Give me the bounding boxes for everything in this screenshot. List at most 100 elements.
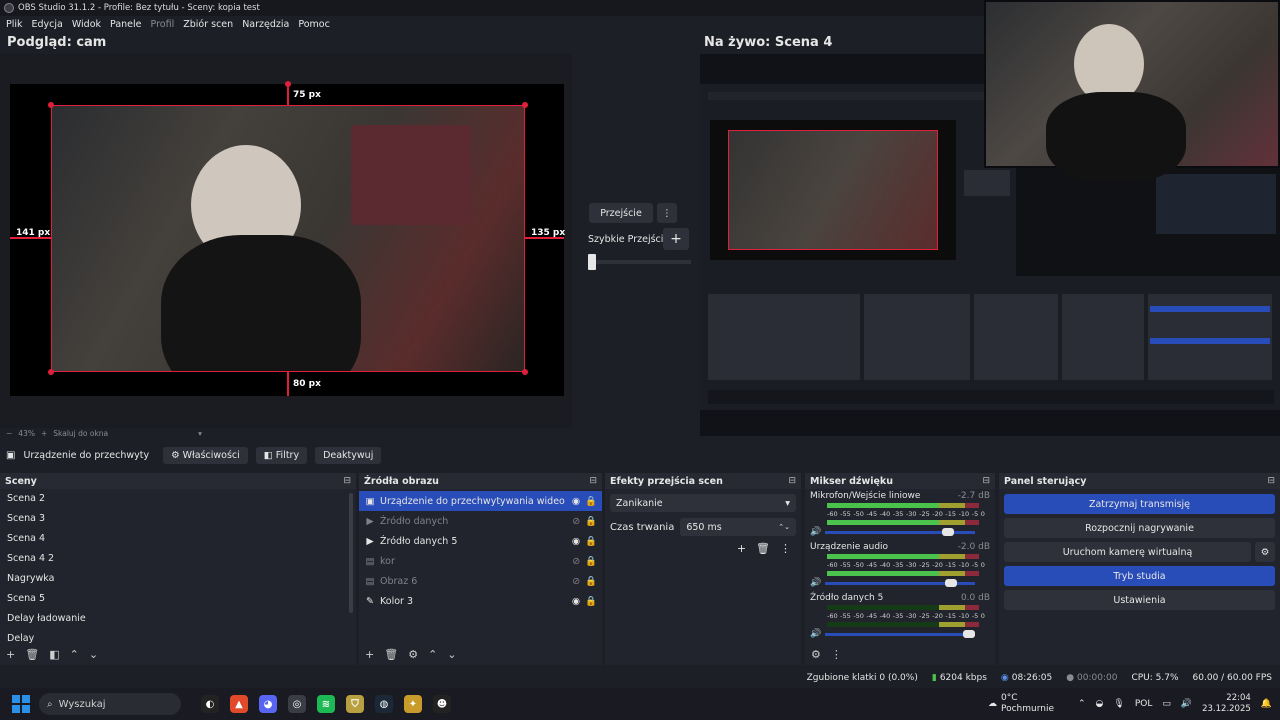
stop-stream-button[interactable]: Zatrzymaj transmisję	[1004, 494, 1275, 514]
virtual-camera-button[interactable]: Uruchom kamerę wirtualną	[1004, 542, 1251, 562]
eye-icon[interactable]: ◉	[572, 536, 580, 547]
source-bounding-box[interactable]	[51, 105, 525, 372]
resize-handle-tl[interactable]	[48, 102, 54, 108]
deactivate-button[interactable]: Deaktywuj	[315, 446, 382, 464]
tbar-track[interactable]	[593, 260, 691, 264]
resize-handle-br[interactable]	[522, 369, 528, 375]
menu-tools[interactable]: Narzędzia	[242, 19, 289, 30]
display-icon[interactable]: ▭	[1162, 699, 1171, 709]
add-transition-icon[interactable]: +	[737, 542, 746, 555]
eye-icon[interactable]: ◉	[572, 496, 580, 507]
lock-icon[interactable]: 🔒	[585, 576, 597, 587]
menu-help[interactable]: Pomoc	[298, 19, 330, 30]
lock-icon[interactable]: 🔒	[585, 596, 597, 607]
remove-source-icon[interactable]: 🗑	[384, 648, 398, 661]
dock-menu-icon[interactable]: ⊟	[1267, 476, 1275, 486]
menu-file[interactable]: Plik	[6, 19, 23, 30]
eye-hidden-icon[interactable]: ⊘	[572, 556, 580, 567]
mixer-settings-icon[interactable]: ⚙	[811, 648, 821, 661]
dock-menu-icon[interactable]: ⊟	[982, 476, 990, 486]
move-up-icon[interactable]: ⌃	[70, 648, 79, 661]
volume-knob[interactable]	[945, 578, 958, 587]
add-quick-transition-icon[interactable]: +	[663, 228, 689, 250]
volume-slider[interactable]	[825, 527, 976, 536]
obs-icon[interactable]: ◎	[288, 695, 306, 713]
filters-button[interactable]: ◧ Filtry	[255, 446, 308, 464]
speaker-icon[interactable]: 🔊	[810, 629, 821, 639]
menu-view[interactable]: Widok	[72, 19, 101, 30]
tray-app-icon[interactable]: ◒	[1096, 699, 1104, 709]
taskbar-search[interactable]: ⌕ Wyszukaj	[39, 693, 181, 715]
menu-edit[interactable]: Edycja	[32, 19, 63, 30]
app-icon-9[interactable]: ☻	[433, 695, 451, 713]
move-up-icon[interactable]: ⌃	[428, 648, 437, 661]
menu-scene-collection[interactable]: Zbiór scen	[183, 19, 233, 30]
brave-icon[interactable]: ▲	[230, 695, 248, 713]
scene-item[interactable]: Scena 2	[0, 489, 356, 509]
notification-bell-icon[interactable]: 🔔	[1261, 699, 1272, 709]
resize-handle-bl[interactable]	[48, 369, 54, 375]
speaker-icon[interactable]: 🔊	[810, 527, 821, 537]
steam-icon[interactable]: ◍	[375, 695, 393, 713]
tbar-handle[interactable]	[588, 254, 596, 270]
volume-slider[interactable]	[825, 578, 976, 587]
virtual-cam-settings-icon[interactable]: ⚙	[1255, 542, 1275, 562]
windows-start-icon[interactable]	[12, 695, 30, 713]
volume-knob[interactable]	[963, 629, 976, 638]
remove-transition-icon[interactable]: 🗑	[756, 542, 770, 555]
volume-knob[interactable]	[942, 527, 955, 536]
app-icon-8[interactable]: ✦	[404, 695, 422, 713]
scenes-scrollbar[interactable]	[349, 493, 353, 613]
more-icon[interactable]: ⋮	[831, 648, 842, 661]
lock-icon[interactable]: 🔒	[585, 496, 597, 507]
zoom-in-button[interactable]: +	[41, 429, 47, 438]
dock-menu-icon[interactable]: ⊟	[343, 476, 351, 486]
weather-widget[interactable]: ☁ 0°C Pochmurnie	[988, 693, 1054, 715]
dock-menu-icon[interactable]: ⊟	[589, 476, 597, 486]
language-indicator[interactable]: POL	[1135, 699, 1153, 709]
scene-item[interactable]: Scena 4 2	[0, 549, 356, 569]
settings-button[interactable]: Ustawienia	[1004, 590, 1275, 610]
source-row[interactable]: ▶ Źródło danych 5 ◉ 🔒	[359, 531, 602, 551]
studio-mode-button[interactable]: Tryb studia	[1004, 566, 1275, 586]
scene-filters-icon[interactable]: ◧	[49, 648, 59, 661]
zoom-out-button[interactable]: −	[6, 429, 12, 438]
add-scene-icon[interactable]: +	[6, 648, 15, 661]
remove-scene-icon[interactable]: 🗑	[25, 648, 39, 661]
transition-more-icon[interactable]: ⋮	[657, 203, 677, 223]
dock-menu-icon[interactable]: ⊟	[788, 476, 796, 486]
lock-icon[interactable]: 🔒	[585, 556, 597, 567]
more-icon[interactable]: ⋮	[780, 542, 791, 555]
add-source-icon[interactable]: +	[365, 648, 374, 661]
duration-spinbox[interactable]: 650 ms ⌃⌄	[680, 518, 796, 536]
discord-icon[interactable]: ◕	[259, 695, 277, 713]
source-row[interactable]: ▶ Źródło danych ⊘ 🔒	[359, 511, 602, 531]
move-down-icon[interactable]: ⌄	[447, 648, 456, 661]
volume-icon[interactable]: 🔊	[1181, 699, 1192, 709]
app-icon-1[interactable]: ◐	[201, 695, 219, 713]
start-recording-button[interactable]: Rozpocznij nagrywanie	[1004, 518, 1275, 538]
move-down-icon[interactable]: ⌄	[89, 648, 98, 661]
menu-profile[interactable]: Profil	[151, 19, 175, 30]
volume-slider[interactable]	[825, 629, 976, 638]
source-row[interactable]: ▣ Urządzenie do przechwytywania wideo ◉ …	[359, 491, 602, 511]
menu-docks[interactable]: Panele	[110, 19, 141, 30]
source-row[interactable]: ✎ Kolor 3 ◉ 🔒	[359, 591, 602, 611]
eye-hidden-icon[interactable]: ⊘	[572, 516, 580, 527]
resize-handle-tr[interactable]	[522, 102, 528, 108]
source-row[interactable]: ▤ kor ⊘ 🔒	[359, 551, 602, 571]
tray-chevron-icon[interactable]: ⌃	[1078, 699, 1086, 709]
scene-item[interactable]: Scena 4	[0, 529, 356, 549]
scene-item[interactable]: Nagrywka	[0, 569, 356, 589]
lock-icon[interactable]: 🔒	[585, 536, 597, 547]
microphone-icon[interactable]: 🎙	[1113, 699, 1124, 709]
fit-to-window[interactable]: Skaluj do okna	[53, 429, 108, 438]
eye-icon[interactable]: ◉	[572, 596, 580, 607]
speaker-icon[interactable]: 🔊	[810, 578, 821, 588]
properties-button[interactable]: ⚙ Właściwości	[163, 446, 248, 464]
scene-item[interactable]: Scena 5	[0, 589, 356, 609]
lock-icon[interactable]: 🔒	[585, 516, 597, 527]
transition-button[interactable]: Przejście	[589, 203, 653, 223]
spotify-icon[interactable]: ≋	[317, 695, 335, 713]
scene-item[interactable]: Scena 3	[0, 509, 356, 529]
